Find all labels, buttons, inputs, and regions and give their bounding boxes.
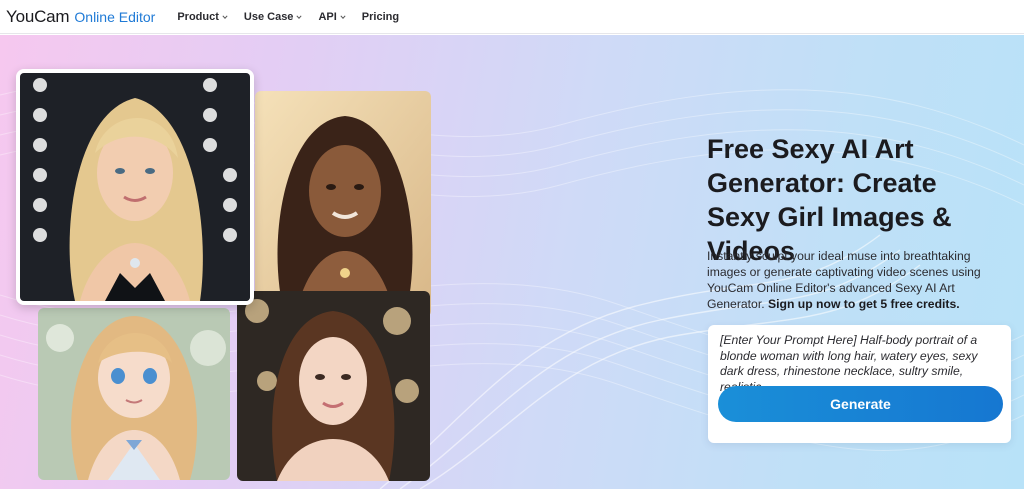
- gallery-image-blonde-woman: [16, 69, 254, 305]
- generate-button[interactable]: Generate: [718, 386, 1003, 422]
- signup-cta-text: Sign up now to get 5 free credits.: [767, 297, 960, 311]
- nav-item-label: Use Case: [243, 10, 294, 23]
- chevron-down-icon: [340, 14, 346, 19]
- gallery-image-anime-girl: [38, 308, 230, 480]
- top-nav: YouCam Online Editor Product Use Case AP…: [0, 0, 1024, 34]
- nav-item-label: API: [318, 10, 337, 23]
- chevron-down-icon: [296, 14, 303, 19]
- gallery-image-dark-haired-woman: [255, 91, 431, 317]
- prompt-card: [Enter Your Prompt Here] Half-body portr…: [708, 325, 1011, 443]
- logo-subtitle: Online Editor: [74, 8, 156, 25]
- nav-menu: Product Use Case API Pricing: [177, 11, 399, 23]
- hero-description: Instantly sculpt your ideal muse into br…: [707, 248, 1012, 312]
- nav-item-pricing[interactable]: Pricing: [362, 11, 399, 23]
- chevron-down-icon: [222, 14, 228, 19]
- nav-item-use-case[interactable]: Use Case: [244, 11, 303, 23]
- nav-item-product[interactable]: Product: [177, 11, 228, 23]
- logo-wordmark: YouCam: [6, 6, 70, 26]
- hero-section: Free Sexy AI Art Generator: Create Sexy …: [0, 35, 1024, 489]
- logo[interactable]: YouCam Online Editor: [6, 7, 155, 27]
- nav-item-label: Product: [177, 10, 219, 23]
- nav-item-label: Pricing: [361, 10, 400, 23]
- nav-item-api[interactable]: API: [318, 10, 346, 23]
- gallery-image-brunette-woman: [237, 291, 430, 481]
